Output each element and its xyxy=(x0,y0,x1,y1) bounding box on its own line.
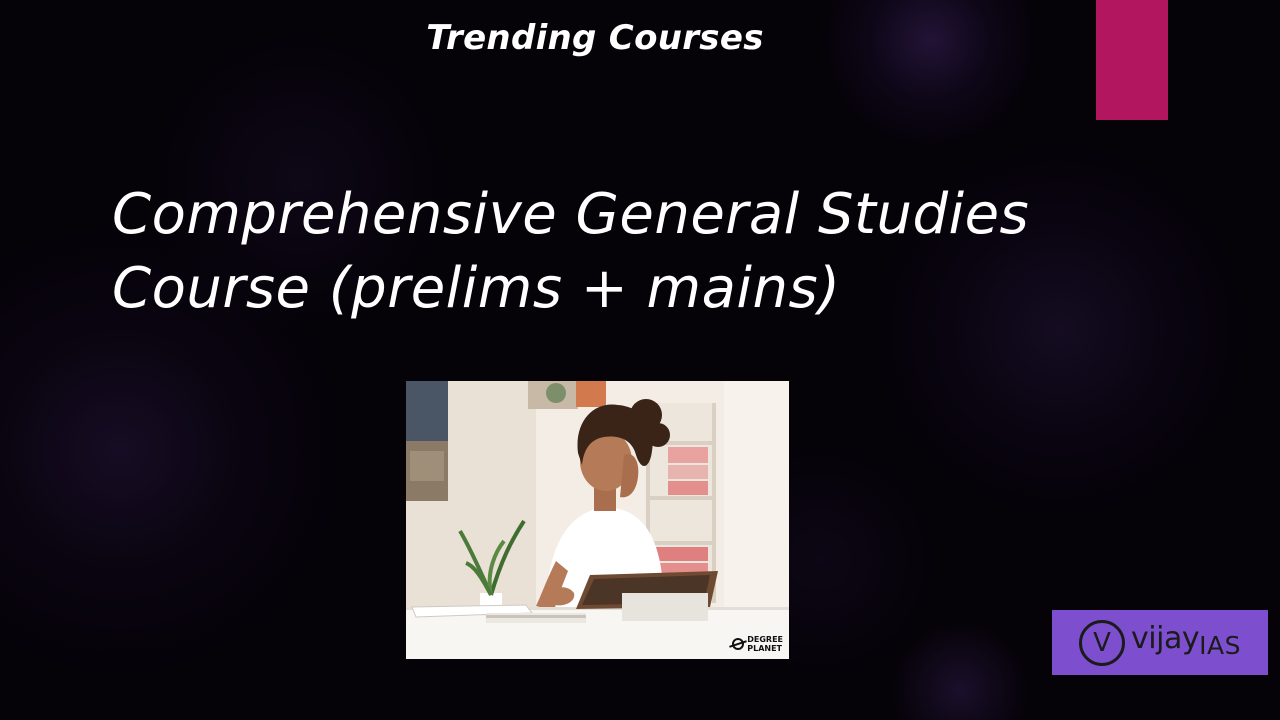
accent-bar xyxy=(1096,0,1168,120)
slide-heading: Trending Courses xyxy=(426,18,764,58)
degree-planet-watermark: DEGREE PLANET xyxy=(732,635,783,653)
logo-wordmark: vijayIAS xyxy=(1131,624,1241,661)
planet-icon xyxy=(732,638,745,650)
logo-letter: V xyxy=(1093,627,1111,658)
logo-name: vijay xyxy=(1131,621,1200,656)
degree-planet-text: DEGREE PLANET xyxy=(747,635,783,653)
vijay-ias-logo: V vijayIAS xyxy=(1052,610,1268,675)
brand-line-2: PLANET xyxy=(747,644,783,653)
logo-suffix: IAS xyxy=(1199,631,1241,660)
logo-v-icon: V xyxy=(1079,619,1126,666)
course-title-line-2: Course (prelims + mains) xyxy=(112,256,841,321)
course-title: Comprehensive General Studies Course (pr… xyxy=(112,178,1152,326)
slide: Trending Courses Comprehensive General S… xyxy=(0,0,1280,720)
course-title-line-1: Comprehensive General Studies xyxy=(112,182,1030,247)
student-studying-illustration xyxy=(406,381,789,659)
brand-line-1: DEGREE xyxy=(747,635,783,644)
course-photo: DEGREE PLANET xyxy=(406,381,789,659)
